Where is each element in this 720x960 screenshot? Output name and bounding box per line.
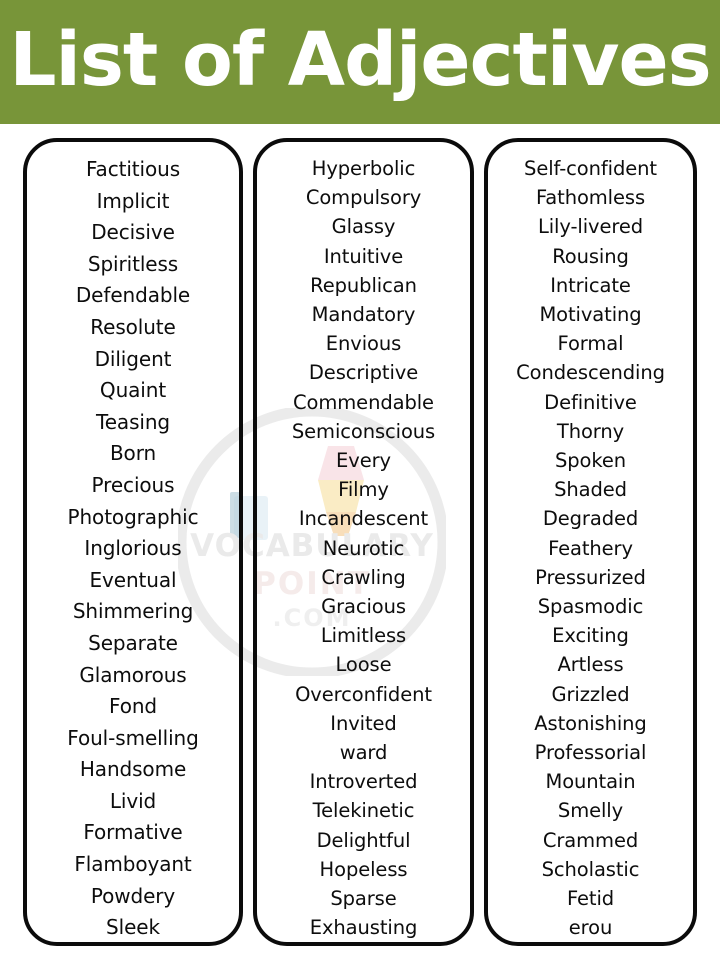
- word-item: Lily-livered: [537, 215, 644, 239]
- word-item: Spoken: [554, 449, 627, 473]
- page-title: List of Adjectives: [9, 17, 711, 103]
- word-item: Photographic: [67, 504, 199, 529]
- word-item: Grizzled: [551, 682, 630, 706]
- word-item: Descriptive: [308, 361, 419, 385]
- word-item: Filmy: [338, 478, 389, 502]
- word-column-3: Self-confident Fathomless Lily-livered Rous…: [484, 138, 697, 946]
- word-item: Fathomless: [535, 186, 646, 210]
- word-item: Artless: [557, 653, 624, 677]
- word-item: Overconfident: [295, 682, 432, 706]
- word-item: Defendable: [75, 283, 191, 308]
- word-list-2: Hyperbolic Compulsory Glassy Intuitive Repub…: [263, 154, 464, 942]
- word-item: Formal: [557, 332, 624, 356]
- word-item: Every: [336, 449, 391, 473]
- word-item: ward: [339, 741, 388, 765]
- word-item: Flamboyant: [74, 852, 192, 877]
- word-item: Compulsory: [305, 186, 422, 210]
- word-item: Mountain: [545, 770, 636, 794]
- word-item: Degraded: [542, 507, 639, 531]
- word-item: Introverted: [309, 770, 418, 794]
- word-item: Telekinetic: [312, 799, 415, 823]
- word-column-2: Hyperbolic Compulsory Glassy Intuitive Repub…: [253, 138, 474, 946]
- word-item: Condescending: [516, 361, 665, 385]
- word-column-1: Factitious Implicit Decisive Spiritless Defe…: [23, 138, 243, 946]
- word-item: Self-confident: [524, 157, 657, 180]
- word-item: Feathery: [548, 536, 633, 560]
- word-item: Gracious: [321, 595, 406, 619]
- word-item: Delightful: [316, 828, 411, 852]
- word-item: Pressurized: [535, 565, 646, 589]
- word-item: Semiconscious: [291, 419, 436, 443]
- word-item: Motivating: [539, 303, 642, 327]
- word-item: Mandatory: [311, 303, 416, 327]
- word-item: Powdery: [90, 883, 176, 908]
- word-item: Shimmering: [72, 599, 194, 624]
- word-item: Handsome: [79, 757, 187, 782]
- word-item: Separate: [88, 630, 178, 655]
- word-item: Sparse: [330, 887, 397, 911]
- word-item: Thorny: [556, 419, 625, 443]
- word-item: Teasing: [95, 409, 171, 434]
- word-item: Exhausting: [309, 916, 418, 940]
- word-list-1: Factitious Implicit Decisive Spiritless Defe…: [33, 154, 233, 946]
- word-item: Commendable: [293, 390, 434, 414]
- word-item: Spasmodic: [537, 595, 644, 619]
- word-item: Loose: [335, 653, 392, 677]
- word-item: Born: [109, 441, 157, 466]
- word-columns: Factitious Implicit Decisive Spiritless Defe…: [0, 124, 720, 960]
- word-item: Exciting: [552, 624, 629, 648]
- page-header: List of Adjectives: [0, 0, 720, 124]
- word-item: Republican: [310, 273, 417, 297]
- word-item: Quaint: [99, 378, 167, 403]
- word-item: Scholastic: [541, 857, 640, 881]
- word-item: Astonishing: [534, 711, 647, 735]
- word-item: Professorial: [534, 741, 647, 765]
- word-item: Blinding: [93, 944, 173, 946]
- word-item: Envious: [325, 332, 402, 356]
- word-item: Shaded: [554, 478, 627, 502]
- word-item: Hopeless: [319, 857, 408, 881]
- word-item: Definitive: [544, 390, 637, 414]
- word-item: Implicit: [96, 188, 170, 213]
- word-item: Precious: [91, 472, 175, 497]
- word-item: Intuitive: [323, 244, 404, 268]
- word-item: Fetid: [566, 887, 615, 911]
- word-item: Smelly: [557, 799, 624, 823]
- word-list-3: Self-confident Fathomless Lily-livered Rous…: [494, 154, 687, 942]
- word-item: Limitless: [320, 624, 407, 648]
- word-item: Crammed: [542, 828, 639, 852]
- word-item: Inglorious: [84, 536, 182, 561]
- word-item: Rousing: [552, 244, 629, 268]
- word-item: Fond: [109, 694, 157, 719]
- word-item: Crawling: [321, 565, 406, 589]
- word-item: erou: [568, 916, 613, 940]
- word-item: Glassy: [331, 215, 396, 239]
- word-item: Neurotic: [322, 536, 405, 560]
- word-item: Factitious: [85, 157, 181, 181]
- word-item: Foul-smelling: [67, 725, 199, 750]
- word-item: Livid: [109, 788, 157, 813]
- word-item: Diligent: [94, 346, 172, 371]
- word-item: Resolute: [90, 314, 176, 339]
- word-item: Glamorous: [79, 662, 187, 687]
- word-item: Invited: [330, 711, 397, 735]
- word-item: Incandescent: [298, 507, 429, 531]
- word-item: Sleek: [106, 915, 160, 940]
- word-item: Spiritless: [87, 251, 179, 276]
- word-item: Formative: [83, 820, 183, 845]
- word-item: Eventual: [89, 567, 177, 592]
- word-item: Intricate: [550, 273, 631, 297]
- word-item: Hyperbolic: [311, 157, 416, 180]
- word-item: Decisive: [91, 220, 175, 245]
